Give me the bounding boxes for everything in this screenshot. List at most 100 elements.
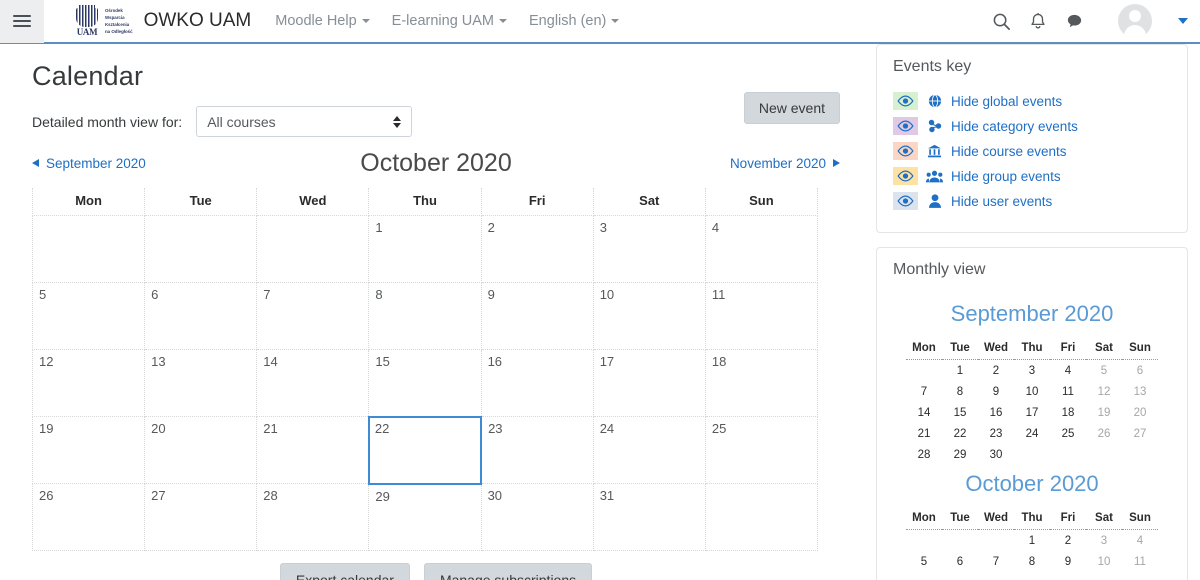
mini-day-cell-27[interactable]: 27 bbox=[1122, 423, 1158, 444]
mini-day-cell-4[interactable]: 4 bbox=[1122, 530, 1158, 552]
nav-item-moodle-help[interactable]: Moodle Help bbox=[275, 13, 370, 29]
mini-day-cell-25[interactable]: 25 bbox=[1050, 423, 1086, 444]
mini-day-cell-11[interactable]: 11 bbox=[1122, 551, 1158, 572]
calendar-day-cell-24[interactable]: 24 bbox=[592, 416, 706, 484]
mini-day-cell-5[interactable]: 5 bbox=[1086, 360, 1122, 382]
mini-day-cell-1[interactable]: 1 bbox=[942, 360, 978, 382]
mini-day-cell-1[interactable]: 1 bbox=[1014, 530, 1050, 552]
mini-day-cell-4[interactable]: 4 bbox=[1050, 360, 1086, 382]
mini-day-cell-28[interactable]: 28 bbox=[906, 444, 942, 465]
new-event-button[interactable]: New event bbox=[743, 92, 840, 124]
nav-item-elearning-uam[interactable]: E-learning UAM bbox=[392, 13, 508, 29]
mini-day-cell-2[interactable]: 2 bbox=[1050, 530, 1086, 552]
eye-toggle-icon[interactable] bbox=[893, 192, 918, 210]
calendar-day-cell-12[interactable]: 12 bbox=[31, 349, 146, 417]
mini-day-cell-7[interactable]: 7 bbox=[978, 551, 1014, 572]
mini-day-cell-22[interactable]: 22 bbox=[942, 423, 978, 444]
mini-day-cell-9[interactable]: 9 bbox=[1050, 551, 1086, 572]
eye-toggle-icon[interactable] bbox=[893, 92, 918, 110]
previous-month-link[interactable]: September 2020 bbox=[32, 156, 146, 171]
mini-day-cell-15[interactable]: 15 bbox=[942, 402, 978, 423]
next-month-link[interactable]: November 2020 bbox=[730, 156, 840, 171]
calendar-day-cell-10[interactable]: 10 bbox=[592, 282, 706, 350]
calendar-day-cell-19[interactable]: 19 bbox=[31, 416, 146, 484]
mini-day-cell-8[interactable]: 8 bbox=[942, 381, 978, 402]
message-bubble-icon[interactable] bbox=[1065, 12, 1084, 30]
calendar-day-cell-4[interactable]: 4 bbox=[704, 215, 819, 283]
mini-day-cell-11[interactable]: 11 bbox=[1050, 381, 1086, 402]
mini-day-cell-14[interactable]: 14 bbox=[906, 402, 942, 423]
mini-day-cell-24[interactable]: 24 bbox=[1014, 423, 1050, 444]
mini-day-cell-10[interactable]: 10 bbox=[1014, 381, 1050, 402]
calendar-day-cell-13[interactable]: 13 bbox=[144, 349, 258, 417]
mini-day-cell-19[interactable]: 19 bbox=[1086, 402, 1122, 423]
calendar-day-cell-27[interactable]: 27 bbox=[144, 483, 258, 551]
mini-day-cell-23[interactable]: 23 bbox=[978, 423, 1014, 444]
mini-day-cell-3[interactable]: 3 bbox=[1086, 530, 1122, 552]
nav-item-language[interactable]: English (en) bbox=[529, 13, 620, 29]
brand[interactable]: UAM Ośrodek Wsparcia Kształcenia na Odle… bbox=[72, 4, 251, 38]
calendar-day-cell-15[interactable]: 15 bbox=[368, 349, 482, 417]
calendar-day-cell-11[interactable]: 11 bbox=[704, 282, 819, 350]
calendar-day-cell-17[interactable]: 17 bbox=[592, 349, 706, 417]
mini-day-cell-2[interactable]: 2 bbox=[978, 360, 1014, 382]
events-key-link[interactable]: Hide course events bbox=[951, 144, 1067, 159]
calendar-day-cell-22[interactable]: 22 bbox=[367, 415, 483, 485]
mini-day-cell-21[interactable]: 21 bbox=[906, 423, 942, 444]
mini-day-cell-12[interactable]: 12 bbox=[1086, 381, 1122, 402]
manage-subscriptions-button[interactable]: Manage subscriptions bbox=[423, 563, 593, 580]
mini-day-cell-18[interactable]: 18 bbox=[1050, 402, 1086, 423]
mini-day-cell-6[interactable]: 6 bbox=[942, 551, 978, 572]
calendar-day-cell-30[interactable]: 30 bbox=[480, 483, 594, 551]
user-menu-chevron-down-icon[interactable] bbox=[1178, 18, 1188, 24]
export-calendar-button[interactable]: Export calendar bbox=[279, 563, 410, 580]
mini-month-title[interactable]: October 2020 bbox=[893, 471, 1171, 497]
calendar-day-cell-8[interactable]: 8 bbox=[368, 282, 482, 350]
calendar-day-cell-31[interactable]: 31 bbox=[592, 483, 706, 551]
calendar-day-cell-7[interactable]: 7 bbox=[256, 282, 370, 350]
nav-drawer-toggle[interactable] bbox=[0, 0, 44, 43]
calendar-day-cell-25[interactable]: 25 bbox=[704, 416, 819, 484]
calendar-day-cell-9[interactable]: 9 bbox=[480, 282, 594, 350]
mini-day-cell-13[interactable]: 13 bbox=[1122, 381, 1158, 402]
calendar-day-cell-23[interactable]: 23 bbox=[480, 416, 594, 484]
eye-toggle-icon[interactable] bbox=[893, 117, 918, 135]
eye-toggle-icon[interactable] bbox=[893, 142, 918, 160]
calendar-day-cell-6[interactable]: 6 bbox=[144, 282, 258, 350]
mini-day-cell-9[interactable]: 9 bbox=[978, 381, 1014, 402]
calendar-day-cell-18[interactable]: 18 bbox=[704, 349, 819, 417]
events-key-link[interactable]: Hide global events bbox=[951, 94, 1062, 109]
bell-icon[interactable] bbox=[1029, 12, 1047, 31]
eye-toggle-icon[interactable] bbox=[893, 167, 918, 185]
calendar-day-cell-16[interactable]: 16 bbox=[480, 349, 594, 417]
mini-day-cell-30[interactable]: 30 bbox=[978, 444, 1014, 465]
mini-month-title[interactable]: September 2020 bbox=[893, 301, 1171, 327]
search-icon[interactable] bbox=[992, 12, 1011, 31]
mini-day-cell-20[interactable]: 20 bbox=[1122, 402, 1158, 423]
calendar-day-cell-28[interactable]: 28 bbox=[256, 483, 370, 551]
calendar-day-cell-1[interactable]: 1 bbox=[368, 215, 482, 283]
mini-day-cell-10[interactable]: 10 bbox=[1086, 551, 1122, 572]
course-filter-select[interactable]: All courses bbox=[196, 106, 413, 137]
mini-day-cell-8[interactable]: 8 bbox=[1014, 551, 1050, 572]
mini-day-cell-16[interactable]: 16 bbox=[978, 402, 1014, 423]
mini-day-cell-29[interactable]: 29 bbox=[942, 444, 978, 465]
mini-day-cell-6[interactable]: 6 bbox=[1122, 360, 1158, 382]
events-key-link[interactable]: Hide user events bbox=[951, 194, 1052, 209]
calendar-day-cell-21[interactable]: 21 bbox=[256, 416, 370, 484]
calendar-day-cell-26[interactable]: 26 bbox=[31, 483, 146, 551]
user-avatar[interactable] bbox=[1118, 4, 1152, 38]
mini-day-cell-17[interactable]: 17 bbox=[1014, 402, 1050, 423]
events-key-link[interactable]: Hide category events bbox=[951, 119, 1078, 134]
calendar-day-cell-14[interactable]: 14 bbox=[256, 349, 370, 417]
calendar-day-cell-3[interactable]: 3 bbox=[592, 215, 706, 283]
calendar-day-cell-2[interactable]: 2 bbox=[480, 215, 594, 283]
mini-day-cell-26[interactable]: 26 bbox=[1086, 423, 1122, 444]
calendar-day-cell-29[interactable]: 29 bbox=[368, 483, 482, 551]
events-key-link[interactable]: Hide group events bbox=[951, 169, 1061, 184]
calendar-day-cell-5[interactable]: 5 bbox=[31, 282, 146, 350]
calendar-day-cell-20[interactable]: 20 bbox=[144, 416, 258, 484]
mini-day-cell-5[interactable]: 5 bbox=[906, 551, 942, 572]
mini-day-cell-3[interactable]: 3 bbox=[1014, 360, 1050, 382]
mini-day-cell-7[interactable]: 7 bbox=[906, 381, 942, 402]
